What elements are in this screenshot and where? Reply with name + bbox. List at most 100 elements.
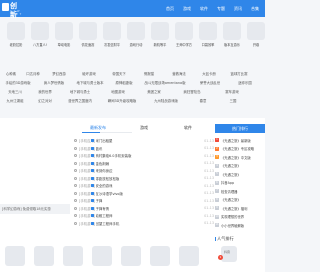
app-card[interactable]: 新机等平 bbox=[149, 21, 171, 61]
news-title[interactable]: 回望工程师手机 bbox=[96, 221, 205, 226]
rank-title[interactable]: 《光遇之旅》福利 bbox=[221, 206, 265, 211]
list-item[interactable]: [手机游戏] 幼稚工程师 01-13 bbox=[74, 212, 214, 220]
tag-link[interactable]: 漫世界之国度内 bbox=[60, 97, 100, 105]
tag-link[interactable]: 赛车游戏 bbox=[212, 88, 252, 96]
rank-title[interactable]: 《光遇之旅》 bbox=[221, 163, 265, 168]
list-item[interactable]: [手机游戏] 安全的游戏 01-13 bbox=[74, 182, 214, 190]
nav-item-topics[interactable]: 专题 bbox=[217, 0, 225, 17]
news-title[interactable]: 零距放松放松版 bbox=[96, 176, 205, 181]
tag-link[interactable]: 天地三川 bbox=[0, 88, 30, 96]
app-icon[interactable] bbox=[92, 246, 112, 266]
list-item[interactable]: 4 《光遇之旅》 bbox=[215, 162, 265, 171]
list-item[interactable]: 3 《光遇之旅》中文版 bbox=[215, 153, 265, 162]
tag-link[interactable]: 帝国天下 bbox=[104, 70, 134, 78]
rank-title[interactable]: 《光遇之旅》最新版 bbox=[221, 138, 265, 143]
tag-link[interactable]: 三国 bbox=[218, 97, 248, 105]
tab-latest[interactable]: 最新发布 bbox=[90, 124, 106, 132]
list-item[interactable]: 10 实现理想的世界 bbox=[215, 213, 265, 222]
tag-link[interactable]: 口达月种 bbox=[22, 70, 44, 78]
list-item[interactable]: 5 《光遇之旅》 bbox=[215, 170, 265, 179]
tag-link[interactable]: 地下城与勇士版本 bbox=[72, 79, 108, 87]
app-icon[interactable] bbox=[150, 246, 170, 266]
rank-title[interactable]: 检查清理器 bbox=[221, 189, 265, 194]
tag-link[interactable]: 九州江湖组 bbox=[0, 97, 30, 105]
news-title[interactable]: 金色荆棘 bbox=[96, 161, 205, 166]
news-title[interactable]: 商村集临6.0手机安装版 bbox=[96, 153, 205, 158]
nav-item-games[interactable]: 游戏 bbox=[183, 0, 191, 17]
app-card[interactable]: 游戏行动 bbox=[125, 21, 147, 61]
news-title[interactable]: 互沙诗语学vivo版 bbox=[96, 191, 205, 196]
app-card[interactable]: 草动电影 bbox=[53, 21, 75, 61]
site-logo[interactable]: 创新 C X W . N E T bbox=[2, 2, 22, 19]
tag-link[interactable]: 迷你乐园 bbox=[230, 79, 260, 87]
news-title[interactable]: 来到你身边 bbox=[96, 168, 205, 173]
rank-title[interactable]: 实现理想的世界 bbox=[221, 214, 265, 219]
app-card[interactable]: 口袋效率 bbox=[197, 21, 219, 61]
app-icon[interactable] bbox=[179, 246, 199, 266]
list-item[interactable]: [手机游戏] 子弹 01-13 bbox=[74, 197, 214, 205]
list-item[interactable]: 2 《光遇之旅》专区攻略 bbox=[215, 145, 265, 154]
rank-title[interactable]: 抖音App bbox=[221, 180, 265, 185]
rank-title[interactable]: 《光遇之旅》专区攻略 bbox=[221, 146, 265, 151]
tag-link[interactable]: 瞬间3D升级攻略版 bbox=[100, 97, 144, 105]
app-icon[interactable] bbox=[34, 246, 54, 266]
app-card[interactable]: 情花面赛 bbox=[77, 21, 99, 61]
nav-item-news[interactable]: 资讯 bbox=[234, 0, 242, 17]
list-item[interactable]: 7 检查清理器 bbox=[215, 187, 265, 196]
list-item[interactable]: [手机游戏] 蓝讯 01-13 bbox=[74, 145, 214, 153]
app-card[interactable]: 老奶拉奶 bbox=[5, 21, 27, 61]
list-item[interactable]: 1 《光遇之旅》最新版 bbox=[215, 136, 265, 145]
nav-item-collections[interactable]: 合集 bbox=[251, 0, 259, 17]
list-item[interactable]: 9 《光遇之旅》福利 bbox=[215, 204, 265, 213]
app-card[interactable]: 次发信财平 bbox=[101, 21, 123, 61]
tag-link[interactable]: 疯狂冒险岛 bbox=[172, 88, 212, 96]
tag-link[interactable]: 心种素 bbox=[0, 70, 22, 78]
tag-link[interactable]: 地下城与勇士 bbox=[60, 88, 100, 96]
list-item[interactable]: [手机应用] 米门出租屋 01-13 bbox=[74, 137, 214, 145]
rank-title[interactable]: 小小世界破解版 bbox=[221, 223, 265, 228]
nav-item-home[interactable]: 首页 bbox=[166, 0, 174, 17]
app-card[interactable]: 版本互游乐 bbox=[221, 21, 243, 61]
list-item[interactable]: [手机游戏] 来到你身边 01-13 bbox=[74, 167, 214, 175]
tag-link[interactable]: 梦幻西游 bbox=[44, 70, 74, 78]
news-title[interactable]: 子弹 bbox=[96, 198, 205, 203]
news-title[interactable]: 子弹有情 bbox=[96, 206, 205, 211]
tag-link[interactable]: 九州陆战游戏版 bbox=[144, 97, 188, 105]
app-card[interactable]: 八方直人! bbox=[29, 21, 51, 61]
list-item[interactable]: 6 抖音App bbox=[215, 179, 265, 188]
app-card[interactable]: 王师中学方 bbox=[173, 21, 195, 61]
tag-link[interactable]: 大钻卡册 bbox=[194, 70, 224, 78]
list-item[interactable]: [手机游戏] 回望工程师手机 01-13 bbox=[74, 220, 214, 228]
news-title[interactable]: 安全的游戏 bbox=[96, 183, 205, 188]
news-title[interactable]: 蓝讯 bbox=[96, 146, 205, 151]
app-icon[interactable] bbox=[63, 246, 83, 266]
tag-link[interactable]: 手绘的3D游戏版 bbox=[0, 79, 36, 87]
app-icon[interactable] bbox=[121, 246, 141, 266]
list-item[interactable]: [手机游戏] 子弹有情 01-13 bbox=[74, 205, 214, 213]
tag-link[interactable]: 荣誉大战乱世 bbox=[190, 79, 230, 87]
nav-item-software[interactable]: 软件 bbox=[200, 0, 208, 17]
list-item[interactable]: [手机游戏] 互沙诗语学vivo版 01-13 bbox=[74, 190, 214, 198]
tag-link[interactable]: 美团之家 bbox=[136, 88, 172, 96]
hot-ranking-title[interactable]: 热门排行 bbox=[215, 124, 265, 133]
list-item[interactable]: [手机游戏] 金色荆棘 01-13 bbox=[74, 160, 214, 168]
list-item[interactable]: 11 小小世界破解版 bbox=[215, 221, 265, 230]
rank-title[interactable]: 《光遇之旅》 bbox=[221, 197, 265, 202]
tag-link[interactable]: 原神稻妻版 bbox=[108, 79, 140, 87]
app-card[interactable]: 开卷 bbox=[245, 21, 265, 61]
tag-link[interactable]: 战斗无限战场amentana版 bbox=[140, 79, 190, 87]
promo-banner[interactable]: [科学幻游戏] 免费领取18元实惠 bbox=[0, 204, 70, 214]
tag-link[interactable]: 地图游戏 bbox=[100, 88, 136, 96]
tag-link[interactable]: 篮球打比赛 bbox=[224, 70, 254, 78]
tab-software[interactable]: 软件 bbox=[184, 124, 192, 132]
list-item[interactable]: 8 《光遇之旅》 bbox=[215, 196, 265, 205]
rank-title[interactable]: 《光遇之旅》 bbox=[221, 172, 265, 177]
tag-link[interactable]: 我的世界 bbox=[30, 88, 60, 96]
rank-title[interactable]: 《光遇之旅》中文版 bbox=[221, 155, 265, 160]
news-title[interactable]: 幼稚工程师 bbox=[96, 213, 205, 218]
news-title[interactable]: 米门出租屋 bbox=[96, 138, 205, 143]
app-icon[interactable] bbox=[5, 246, 25, 266]
list-item[interactable]: [手机游戏] 零距放松放松版 01-13 bbox=[74, 175, 214, 183]
tag-link[interactable]: 情报猫 bbox=[134, 70, 164, 78]
tag-link[interactable]: 幻之对对 bbox=[30, 97, 60, 105]
